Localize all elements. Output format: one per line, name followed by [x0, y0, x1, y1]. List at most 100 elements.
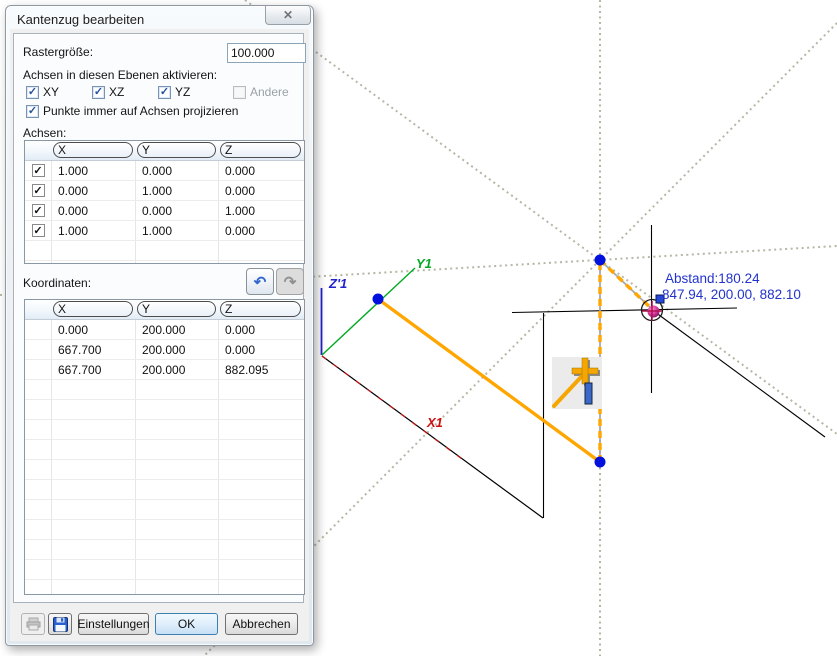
header-cell-z[interactable]: Z: [219, 141, 304, 160]
table-cell[interactable]: 0.000: [219, 340, 304, 359]
table-row[interactable]: [25, 520, 304, 540]
table-cell[interactable]: [136, 480, 219, 499]
table-cell[interactable]: [219, 261, 304, 264]
table-cell[interactable]: [52, 420, 136, 439]
table-cell[interactable]: [219, 560, 304, 579]
table-cell[interactable]: 1.000: [136, 221, 219, 240]
table-cell[interactable]: [136, 261, 219, 264]
table-row[interactable]: [25, 500, 304, 520]
table-cell[interactable]: [136, 540, 219, 559]
table-cell[interactable]: 0.000: [52, 201, 136, 220]
print-button[interactable]: [21, 613, 45, 635]
project-points-checkbox-item[interactable]: Punkte immer auf Achsen projizieren: [26, 104, 238, 118]
table-cell[interactable]: [52, 440, 136, 459]
table-row[interactable]: [25, 400, 304, 420]
table-row[interactable]: [25, 440, 304, 460]
table-cell[interactable]: 200.000: [136, 340, 219, 359]
row-checkbox-checked-icon[interactable]: [32, 204, 45, 217]
checkbox-checked-icon[interactable]: [26, 105, 39, 118]
table-row[interactable]: [25, 540, 304, 560]
table-cell[interactable]: [219, 400, 304, 419]
table-cell[interactable]: [219, 500, 304, 519]
ok-button[interactable]: OK: [155, 613, 218, 635]
table-cell[interactable]: [52, 400, 136, 419]
table-cell[interactable]: [52, 241, 136, 260]
table-cell[interactable]: 0.000: [52, 181, 136, 200]
table-cell[interactable]: 882.095: [219, 360, 304, 379]
table-row[interactable]: 1.0000.0000.000: [25, 161, 304, 181]
table-cell[interactable]: [136, 420, 219, 439]
table-cell[interactable]: [52, 540, 136, 559]
abbrechen-button[interactable]: Abbrechen: [225, 613, 298, 635]
table-cell[interactable]: [219, 241, 304, 260]
table-cell[interactable]: [136, 400, 219, 419]
table-cell[interactable]: [52, 500, 136, 519]
table-cell[interactable]: 0.000: [219, 161, 304, 180]
table-cell[interactable]: 1.000: [136, 181, 219, 200]
table-cell[interactable]: 667.700: [52, 340, 136, 359]
table-cell[interactable]: [219, 520, 304, 539]
redo-button[interactable]: ↷: [276, 268, 304, 295]
table-cell[interactable]: [136, 380, 219, 399]
header-cell-z[interactable]: Z: [219, 300, 304, 319]
einstellungen-button[interactable]: Einstellungen: [78, 613, 149, 635]
table-cell[interactable]: [52, 480, 136, 499]
table-row[interactable]: 667.700200.0000.000: [25, 340, 304, 360]
table-row[interactable]: 1.0001.0000.000: [25, 221, 304, 241]
table-cell[interactable]: 1.000: [52, 161, 136, 180]
table-cell[interactable]: 1.000: [219, 201, 304, 220]
checkbox-unchecked-icon[interactable]: [233, 86, 246, 99]
table-cell[interactable]: [219, 480, 304, 499]
table-cell[interactable]: [52, 560, 136, 579]
header-cell-y[interactable]: Y: [136, 300, 219, 319]
table-row[interactable]: [25, 420, 304, 440]
table-row[interactable]: [25, 480, 304, 500]
table-row[interactable]: 0.000200.0000.000: [25, 320, 304, 340]
table-cell[interactable]: [219, 440, 304, 459]
vertex-point[interactable]: [595, 457, 606, 468]
raster-input[interactable]: [227, 43, 306, 63]
table-row[interactable]: [25, 580, 304, 595]
table-cell[interactable]: 200.000: [136, 360, 219, 379]
table-cell[interactable]: [219, 380, 304, 399]
table-row[interactable]: [25, 241, 304, 261]
plane-checkbox-xz[interactable]: XZ: [92, 85, 124, 99]
table-cell[interactable]: 0.000: [219, 181, 304, 200]
checkbox-checked-icon[interactable]: [158, 86, 171, 99]
plane-checkbox-yz[interactable]: YZ: [158, 85, 190, 99]
table-row[interactable]: 0.0001.0000.000: [25, 181, 304, 201]
table-cell[interactable]: [52, 460, 136, 479]
table-cell[interactable]: [52, 261, 136, 264]
header-cell-x[interactable]: X: [52, 300, 136, 319]
table-cell[interactable]: 0.000: [219, 221, 304, 240]
dialog-titlebar[interactable]: Kantenzug bearbeiten ✕: [6, 6, 313, 31]
table-cell[interactable]: [136, 460, 219, 479]
table-cell[interactable]: [136, 241, 219, 260]
table-cell[interactable]: [219, 420, 304, 439]
table-cell[interactable]: 667.700: [52, 360, 136, 379]
table-cell[interactable]: [136, 440, 219, 459]
table-cell[interactable]: [52, 380, 136, 399]
table-row[interactable]: [25, 460, 304, 480]
table-cell[interactable]: [136, 500, 219, 519]
header-cell-x[interactable]: X: [52, 141, 136, 160]
vertex-point[interactable]: [595, 255, 606, 266]
table-cell[interactable]: 0.000: [136, 201, 219, 220]
checkbox-checked-icon[interactable]: [26, 86, 39, 99]
checkbox-checked-icon[interactable]: [92, 86, 105, 99]
plane-checkbox-andere[interactable]: Andere: [233, 85, 289, 99]
table-row[interactable]: [25, 380, 304, 400]
table-row[interactable]: [25, 261, 304, 264]
table-cell[interactable]: 0.000: [52, 320, 136, 339]
table-row[interactable]: 0.0000.0001.000: [25, 201, 304, 221]
row-checkbox-checked-icon[interactable]: [32, 164, 45, 177]
table-row[interactable]: 667.700200.000882.095: [25, 360, 304, 380]
plane-checkbox-xy[interactable]: XY: [26, 85, 59, 99]
save-button[interactable]: [48, 613, 72, 635]
vertex-point[interactable]: [373, 294, 384, 305]
table-cell[interactable]: [136, 580, 219, 595]
close-button[interactable]: ✕: [265, 6, 311, 25]
table-cell[interactable]: 0.000: [136, 161, 219, 180]
table-cell[interactable]: [219, 540, 304, 559]
header-cell-y[interactable]: Y: [136, 141, 219, 160]
